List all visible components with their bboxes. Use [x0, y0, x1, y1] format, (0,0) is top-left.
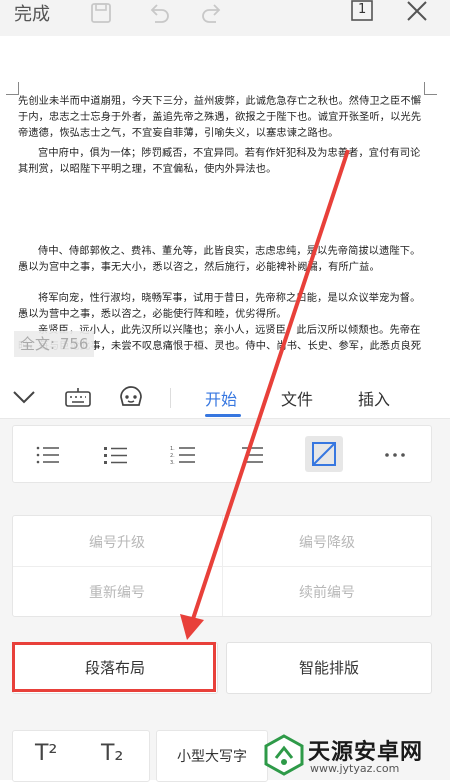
page-number: 1 [358, 2, 367, 17]
more-options-icon[interactable] [375, 440, 415, 470]
small-caps-card: 小型大写字 [156, 730, 268, 782]
done-button[interactable]: 完成 [14, 0, 50, 26]
active-tab-indicator [205, 414, 241, 417]
collapse-chevron-icon[interactable] [12, 388, 36, 410]
undo-icon[interactable] [147, 2, 171, 28]
bullet-list-icon[interactable] [29, 440, 69, 470]
page-count-icon[interactable]: 1 [350, 0, 374, 26]
save-icon[interactable] [90, 2, 112, 28]
paragraph[interactable]: 侍中、侍郎郭攸之、费祎、董允等，此皆良实，志虑忠纯，是以先帝简拔以遗陛下。愚以为… [18, 244, 430, 276]
site-watermark: 天源安卓网 www.jytyaz.com [258, 732, 450, 780]
keyboard-icon[interactable] [64, 386, 92, 412]
grid-divider [222, 516, 223, 616]
superscript-button[interactable]: T² [35, 741, 57, 766]
word-count-badge: 全文: 756 [14, 331, 95, 357]
promote-numbering-button[interactable]: 编号升级 [17, 532, 217, 552]
redo-icon[interactable] [200, 2, 224, 28]
smart-layout-button[interactable]: 智能排版 [226, 642, 432, 694]
continue-numbering-button[interactable]: 续前编号 [227, 582, 427, 602]
svg-text:1.: 1. [170, 446, 175, 452]
assistant-face-icon[interactable] [118, 385, 144, 413]
document-page[interactable]: 先创业未半而中道崩殂，今天下三分，益州疲弊，此诚危急存亡之秋也。然侍卫之臣不懈于… [0, 36, 450, 354]
demote-numbering-button[interactable]: 编号降级 [227, 532, 427, 552]
svg-text:3.: 3. [170, 460, 175, 466]
list-style-card: 1. 2. 3. [12, 425, 432, 483]
numbering-card: 编号升级 编号降级 重新编号 续前编号 [12, 515, 432, 617]
close-icon[interactable] [404, 0, 430, 28]
toolbar-divider [170, 388, 171, 408]
restart-numbering-button[interactable]: 重新编号 [17, 582, 217, 602]
tab-file[interactable]: 文件 [281, 386, 313, 410]
watermark-url: www.jytyaz.com [310, 762, 400, 775]
subscript-button[interactable]: T₂ [101, 741, 123, 766]
no-list-style-button[interactable] [305, 436, 343, 472]
start-tab-panel: 1. 2. 3. 编号升级 编号降级 重新编号 续前编号 段落布局 智能排版 T² … [0, 419, 450, 782]
site-logo-icon [264, 734, 304, 780]
svg-text:2.: 2. [170, 453, 175, 459]
paragraph-layout-button[interactable]: 段落布局 [12, 642, 218, 694]
script-format-card: T² T₂ [12, 730, 150, 782]
tab-insert[interactable]: 插入 [358, 386, 390, 410]
small-caps-button[interactable]: 小型大写字 [177, 746, 247, 766]
numbered-list-icon[interactable]: 1. 2. 3. [165, 440, 205, 470]
paragraph[interactable]: 将军向宠，性行淑均，晓畅军事，试用于昔日，先帝称之曰能，是以众议举宠为督。愚以为… [18, 291, 430, 323]
paragraph[interactable]: 宫中府中，俱为一体；陟罚臧否，不宜异同。若有作奸犯科及为忠善者，宜付有司论其刑赏… [18, 146, 430, 178]
ribbon-toolbar: 开始 文件 插入 [0, 376, 450, 419]
multilevel-list-icon[interactable] [233, 440, 273, 470]
top-bar: 完成 1 [0, 0, 450, 36]
paragraph[interactable]: 先创业未半而中道崩殂，今天下三分，益州疲弊，此诚危急存亡之秋也。然侍卫之臣不懈于… [18, 94, 430, 142]
square-bullet-list-icon[interactable] [97, 440, 137, 470]
tab-start[interactable]: 开始 [205, 386, 237, 410]
